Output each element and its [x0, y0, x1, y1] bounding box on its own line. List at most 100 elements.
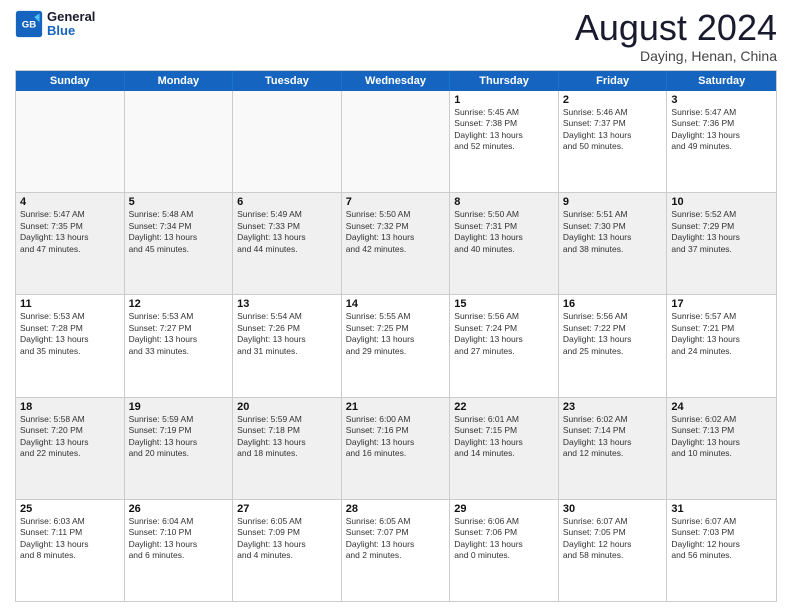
calendar-cell: 18Sunrise: 5:58 AM Sunset: 7:20 PM Dayli… — [16, 398, 125, 499]
calendar-cell: 26Sunrise: 6:04 AM Sunset: 7:10 PM Dayli… — [125, 500, 234, 601]
calendar-cell — [16, 91, 125, 192]
day-number: 8 — [454, 196, 554, 208]
calendar-cell: 10Sunrise: 5:52 AM Sunset: 7:29 PM Dayli… — [667, 193, 776, 294]
cell-info: Sunrise: 6:07 AM Sunset: 7:03 PM Dayligh… — [671, 516, 772, 562]
calendar-day-header: Monday — [125, 71, 234, 91]
cell-info: Sunrise: 5:52 AM Sunset: 7:29 PM Dayligh… — [671, 209, 772, 255]
calendar-cell — [125, 91, 234, 192]
day-number: 15 — [454, 298, 554, 310]
day-number: 21 — [346, 401, 446, 413]
calendar: SundayMondayTuesdayWednesdayThursdayFrid… — [15, 70, 777, 602]
cell-info: Sunrise: 6:03 AM Sunset: 7:11 PM Dayligh… — [20, 516, 120, 562]
calendar-cell: 4Sunrise: 5:47 AM Sunset: 7:35 PM Daylig… — [16, 193, 125, 294]
cell-info: Sunrise: 5:46 AM Sunset: 7:37 PM Dayligh… — [563, 107, 663, 153]
cell-info: Sunrise: 5:53 AM Sunset: 7:27 PM Dayligh… — [129, 311, 229, 357]
title-area: August 2024 Daying, Henan, China — [575, 10, 777, 64]
day-number: 23 — [563, 401, 663, 413]
calendar-day-header: Saturday — [667, 71, 776, 91]
calendar-cell: 28Sunrise: 6:05 AM Sunset: 7:07 PM Dayli… — [342, 500, 451, 601]
calendar-cell: 13Sunrise: 5:54 AM Sunset: 7:26 PM Dayli… — [233, 295, 342, 396]
day-number: 7 — [346, 196, 446, 208]
calendar-day-header: Friday — [559, 71, 668, 91]
calendar-header: SundayMondayTuesdayWednesdayThursdayFrid… — [16, 71, 776, 91]
calendar-cell: 2Sunrise: 5:46 AM Sunset: 7:37 PM Daylig… — [559, 91, 668, 192]
calendar-day-header: Sunday — [16, 71, 125, 91]
calendar-cell: 25Sunrise: 6:03 AM Sunset: 7:11 PM Dayli… — [16, 500, 125, 601]
cell-info: Sunrise: 5:50 AM Sunset: 7:32 PM Dayligh… — [346, 209, 446, 255]
svg-text:GB: GB — [22, 20, 36, 31]
day-number: 25 — [20, 503, 120, 515]
day-number: 30 — [563, 503, 663, 515]
cell-info: Sunrise: 5:57 AM Sunset: 7:21 PM Dayligh… — [671, 311, 772, 357]
day-number: 3 — [671, 94, 772, 106]
cell-info: Sunrise: 5:47 AM Sunset: 7:35 PM Dayligh… — [20, 209, 120, 255]
cell-info: Sunrise: 5:58 AM Sunset: 7:20 PM Dayligh… — [20, 414, 120, 460]
day-number: 1 — [454, 94, 554, 106]
cell-info: Sunrise: 5:53 AM Sunset: 7:28 PM Dayligh… — [20, 311, 120, 357]
day-number: 24 — [671, 401, 772, 413]
cell-info: Sunrise: 5:59 AM Sunset: 7:18 PM Dayligh… — [237, 414, 337, 460]
cell-info: Sunrise: 5:47 AM Sunset: 7:36 PM Dayligh… — [671, 107, 772, 153]
calendar-cell: 5Sunrise: 5:48 AM Sunset: 7:34 PM Daylig… — [125, 193, 234, 294]
logo-icon: GB — [15, 10, 43, 38]
calendar-cell: 15Sunrise: 5:56 AM Sunset: 7:24 PM Dayli… — [450, 295, 559, 396]
calendar-cell: 23Sunrise: 6:02 AM Sunset: 7:14 PM Dayli… — [559, 398, 668, 499]
calendar-cell: 9Sunrise: 5:51 AM Sunset: 7:30 PM Daylig… — [559, 193, 668, 294]
calendar-cell: 29Sunrise: 6:06 AM Sunset: 7:06 PM Dayli… — [450, 500, 559, 601]
calendar-row: 1Sunrise: 5:45 AM Sunset: 7:38 PM Daylig… — [16, 91, 776, 193]
day-number: 10 — [671, 196, 772, 208]
cell-info: Sunrise: 6:02 AM Sunset: 7:14 PM Dayligh… — [563, 414, 663, 460]
day-number: 17 — [671, 298, 772, 310]
day-number: 20 — [237, 401, 337, 413]
calendar-cell: 30Sunrise: 6:07 AM Sunset: 7:05 PM Dayli… — [559, 500, 668, 601]
cell-info: Sunrise: 5:49 AM Sunset: 7:33 PM Dayligh… — [237, 209, 337, 255]
logo: GB General Blue — [15, 10, 95, 39]
calendar-cell: 31Sunrise: 6:07 AM Sunset: 7:03 PM Dayli… — [667, 500, 776, 601]
day-number: 26 — [129, 503, 229, 515]
cell-info: Sunrise: 6:01 AM Sunset: 7:15 PM Dayligh… — [454, 414, 554, 460]
calendar-cell: 17Sunrise: 5:57 AM Sunset: 7:21 PM Dayli… — [667, 295, 776, 396]
cell-info: Sunrise: 5:48 AM Sunset: 7:34 PM Dayligh… — [129, 209, 229, 255]
day-number: 16 — [563, 298, 663, 310]
calendar-cell: 12Sunrise: 5:53 AM Sunset: 7:27 PM Dayli… — [125, 295, 234, 396]
calendar-cell: 21Sunrise: 6:00 AM Sunset: 7:16 PM Dayli… — [342, 398, 451, 499]
logo-text-line2: Blue — [47, 24, 95, 38]
calendar-cell: 8Sunrise: 5:50 AM Sunset: 7:31 PM Daylig… — [450, 193, 559, 294]
cell-info: Sunrise: 5:55 AM Sunset: 7:25 PM Dayligh… — [346, 311, 446, 357]
calendar-cell: 19Sunrise: 5:59 AM Sunset: 7:19 PM Dayli… — [125, 398, 234, 499]
calendar-row: 11Sunrise: 5:53 AM Sunset: 7:28 PM Dayli… — [16, 295, 776, 397]
calendar-cell: 14Sunrise: 5:55 AM Sunset: 7:25 PM Dayli… — [342, 295, 451, 396]
calendar-cell: 27Sunrise: 6:05 AM Sunset: 7:09 PM Dayli… — [233, 500, 342, 601]
calendar-cell — [233, 91, 342, 192]
calendar-cell: 20Sunrise: 5:59 AM Sunset: 7:18 PM Dayli… — [233, 398, 342, 499]
calendar-day-header: Thursday — [450, 71, 559, 91]
calendar-cell: 6Sunrise: 5:49 AM Sunset: 7:33 PM Daylig… — [233, 193, 342, 294]
day-number: 2 — [563, 94, 663, 106]
calendar-cell: 16Sunrise: 5:56 AM Sunset: 7:22 PM Dayli… — [559, 295, 668, 396]
calendar-cell: 7Sunrise: 5:50 AM Sunset: 7:32 PM Daylig… — [342, 193, 451, 294]
calendar-cell: 22Sunrise: 6:01 AM Sunset: 7:15 PM Dayli… — [450, 398, 559, 499]
logo-text-line1: General — [47, 10, 95, 24]
calendar-cell: 3Sunrise: 5:47 AM Sunset: 7:36 PM Daylig… — [667, 91, 776, 192]
location-subtitle: Daying, Henan, China — [575, 48, 777, 64]
cell-info: Sunrise: 6:04 AM Sunset: 7:10 PM Dayligh… — [129, 516, 229, 562]
cell-info: Sunrise: 5:56 AM Sunset: 7:22 PM Dayligh… — [563, 311, 663, 357]
calendar-cell: 24Sunrise: 6:02 AM Sunset: 7:13 PM Dayli… — [667, 398, 776, 499]
day-number: 12 — [129, 298, 229, 310]
day-number: 29 — [454, 503, 554, 515]
cell-info: Sunrise: 5:50 AM Sunset: 7:31 PM Dayligh… — [454, 209, 554, 255]
cell-info: Sunrise: 5:59 AM Sunset: 7:19 PM Dayligh… — [129, 414, 229, 460]
calendar-row: 25Sunrise: 6:03 AM Sunset: 7:11 PM Dayli… — [16, 500, 776, 601]
cell-info: Sunrise: 5:56 AM Sunset: 7:24 PM Dayligh… — [454, 311, 554, 357]
calendar-cell — [342, 91, 451, 192]
day-number: 9 — [563, 196, 663, 208]
cell-info: Sunrise: 6:07 AM Sunset: 7:05 PM Dayligh… — [563, 516, 663, 562]
calendar-day-header: Tuesday — [233, 71, 342, 91]
day-number: 28 — [346, 503, 446, 515]
cell-info: Sunrise: 6:02 AM Sunset: 7:13 PM Dayligh… — [671, 414, 772, 460]
day-number: 4 — [20, 196, 120, 208]
cell-info: Sunrise: 5:54 AM Sunset: 7:26 PM Dayligh… — [237, 311, 337, 357]
day-number: 19 — [129, 401, 229, 413]
cell-info: Sunrise: 5:45 AM Sunset: 7:38 PM Dayligh… — [454, 107, 554, 153]
day-number: 6 — [237, 196, 337, 208]
